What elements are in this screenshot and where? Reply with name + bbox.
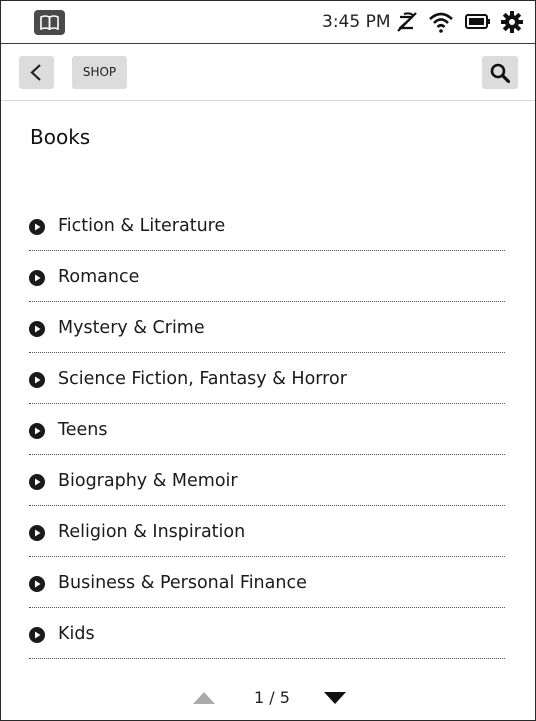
pagination: 1 / 5: [1, 681, 535, 717]
back-button[interactable]: [19, 56, 54, 89]
library-button[interactable]: [34, 10, 65, 35]
list-item[interactable]: Business & Personal Finance: [29, 558, 505, 608]
battery-icon: [465, 14, 490, 29]
search-button[interactable]: [482, 56, 518, 89]
search-icon: [490, 63, 510, 83]
list-item-label: Biography & Memoir: [58, 471, 238, 491]
next-page-arrow-icon[interactable]: [324, 692, 346, 704]
list-item-label: Romance: [58, 267, 140, 287]
library-icon: [40, 15, 59, 30]
list-item[interactable]: Mystery & Crime: [29, 303, 505, 353]
play-bullet-icon: [29, 423, 45, 439]
list-item[interactable]: Teens: [29, 405, 505, 455]
list-item[interactable]: Biography & Memoir: [29, 456, 505, 506]
clock: 3:45 PM: [322, 12, 391, 32]
top-nav: SHOP: [1, 44, 535, 101]
list-item-label: Fiction & Literature: [58, 216, 226, 236]
category-list: Fiction & Literature Romance Mystery & C…: [29, 201, 505, 660]
prev-page-arrow-icon[interactable]: [193, 692, 215, 704]
list-item-label: Kids: [58, 624, 95, 644]
play-bullet-icon: [29, 576, 45, 592]
list-item-label: Business & Personal Finance: [58, 573, 307, 593]
shop-button[interactable]: SHOP: [72, 56, 127, 89]
list-item-label: Teens: [58, 420, 108, 440]
status-bar: 3:45 PM: [1, 1, 535, 44]
play-bullet-icon: [29, 474, 45, 490]
screen: 3:45 PM SHOP Books Fiction & Literature …: [0, 0, 536, 721]
gear-icon[interactable]: [500, 10, 524, 34]
play-bullet-icon: [29, 525, 45, 541]
play-bullet-icon: [29, 372, 45, 388]
list-item[interactable]: Romance: [29, 252, 505, 302]
page-indicator: 1 / 5: [254, 688, 290, 707]
page-title: Books: [30, 125, 91, 149]
list-item-label: Mystery & Crime: [58, 318, 205, 338]
play-bullet-icon: [29, 270, 45, 286]
list-item-label: Religion & Inspiration: [58, 522, 246, 542]
wifi-icon: [429, 12, 453, 33]
list-item-label: Science Fiction, Fantasy & Horror: [58, 369, 347, 389]
play-bullet-icon: [29, 321, 45, 337]
list-item[interactable]: Science Fiction, Fantasy & Horror: [29, 354, 505, 404]
sync-off-icon: [397, 12, 417, 32]
play-bullet-icon: [29, 627, 45, 643]
list-item[interactable]: Kids: [29, 609, 505, 659]
chevron-left-icon: [30, 64, 41, 81]
play-bullet-icon: [29, 219, 45, 235]
list-item[interactable]: Religion & Inspiration: [29, 507, 505, 557]
list-item[interactable]: Fiction & Literature: [29, 201, 505, 251]
